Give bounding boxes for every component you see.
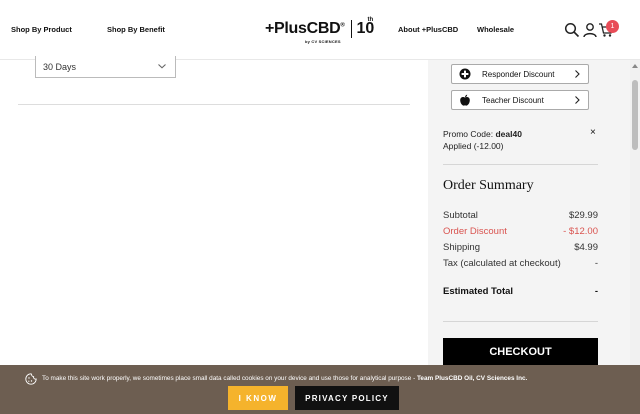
plus-circle-icon xyxy=(459,68,471,80)
subtotal-value: $29.99 xyxy=(568,210,598,221)
tax-row: Tax (calculated at checkout) - xyxy=(443,258,598,269)
tax-label: Tax (calculated at checkout) xyxy=(443,258,561,269)
estimated-total-value: - xyxy=(594,286,598,297)
content-divider xyxy=(18,104,410,105)
checkout-button[interactable]: CHECKOUT xyxy=(443,338,598,366)
logo-subtitle: by CV SCIENCES xyxy=(305,39,341,44)
order-discount-value: - $12.00 xyxy=(563,226,598,237)
promo-code-value: deal40 xyxy=(495,129,522,139)
chevron-down-icon xyxy=(158,64,166,69)
search-icon[interactable] xyxy=(564,22,580,38)
chevron-right-icon xyxy=(575,70,580,78)
cookie-icon xyxy=(25,373,37,385)
shipping-label: Shipping xyxy=(443,242,480,253)
shipping-value: $4.99 xyxy=(574,242,598,253)
nav-wholesale[interactable]: Wholesale xyxy=(477,25,514,34)
tax-value: - xyxy=(594,258,598,269)
site-logo[interactable]: +PlusCBD® by CV SCIENCES 10th xyxy=(265,17,375,44)
logo-wordmark: +PlusCBD® xyxy=(265,20,345,37)
teacher-discount-label: Teacher Discount xyxy=(482,96,544,105)
order-discount-label: Order Discount xyxy=(443,226,507,237)
privacy-policy-button[interactable]: PRIVACY POLICY xyxy=(295,386,399,410)
site-header: Shop By Product Shop By Benefit +PlusCBD… xyxy=(0,0,640,60)
subtotal-label: Subtotal xyxy=(443,210,478,221)
user-icon[interactable] xyxy=(582,22,598,38)
order-discount-row: Order Discount - $12.00 xyxy=(443,226,598,237)
logo-separator xyxy=(350,20,352,38)
accept-cookies-button[interactable]: I KNOW xyxy=(228,386,288,410)
responder-discount-label: Responder Discount xyxy=(482,70,555,79)
scrollbar-thumb[interactable] xyxy=(632,80,638,150)
estimated-total-label: Estimated Total xyxy=(443,286,514,297)
scroll-up-arrow-icon[interactable] xyxy=(631,62,639,70)
subscription-interval-select[interactable]: 30 Days xyxy=(35,56,176,78)
chevron-right-icon xyxy=(575,96,580,104)
remove-promo-close-icon[interactable]: × xyxy=(590,127,596,138)
anniversary-badge: 10th xyxy=(356,17,375,37)
promo-applied-amount: Applied (-12.00) xyxy=(443,141,504,151)
nav-shop-by-benefit[interactable]: Shop By Benefit xyxy=(107,25,165,34)
nav-about[interactable]: About +PlusCBD xyxy=(398,25,458,34)
subscription-interval-value: 30 Days xyxy=(43,62,77,72)
estimated-total-row: Estimated Total - xyxy=(443,286,598,297)
apple-icon xyxy=(460,94,470,106)
shipping-row: Shipping $4.99 xyxy=(443,242,598,253)
teacher-discount-button[interactable]: Teacher Discount xyxy=(451,90,589,110)
order-summary-title: Order Summary xyxy=(443,178,534,193)
cookie-message: To make this site work properly, we some… xyxy=(42,375,528,382)
nav-shop-by-product[interactable]: Shop By Product xyxy=(11,25,72,34)
applied-promo: Promo Code: deal40 Applied (-12.00) xyxy=(443,128,522,152)
summary-divider xyxy=(443,321,598,322)
summary-divider xyxy=(443,164,598,165)
cookie-team-name: Team PlusCBD Oil, CV Sciences Inc. xyxy=(416,375,528,382)
cart-count-badge: 1 xyxy=(606,20,619,33)
subtotal-row: Subtotal $29.99 xyxy=(443,210,598,221)
responder-discount-button[interactable]: Responder Discount xyxy=(451,64,589,84)
promo-code-label: Promo Code: xyxy=(443,129,494,139)
